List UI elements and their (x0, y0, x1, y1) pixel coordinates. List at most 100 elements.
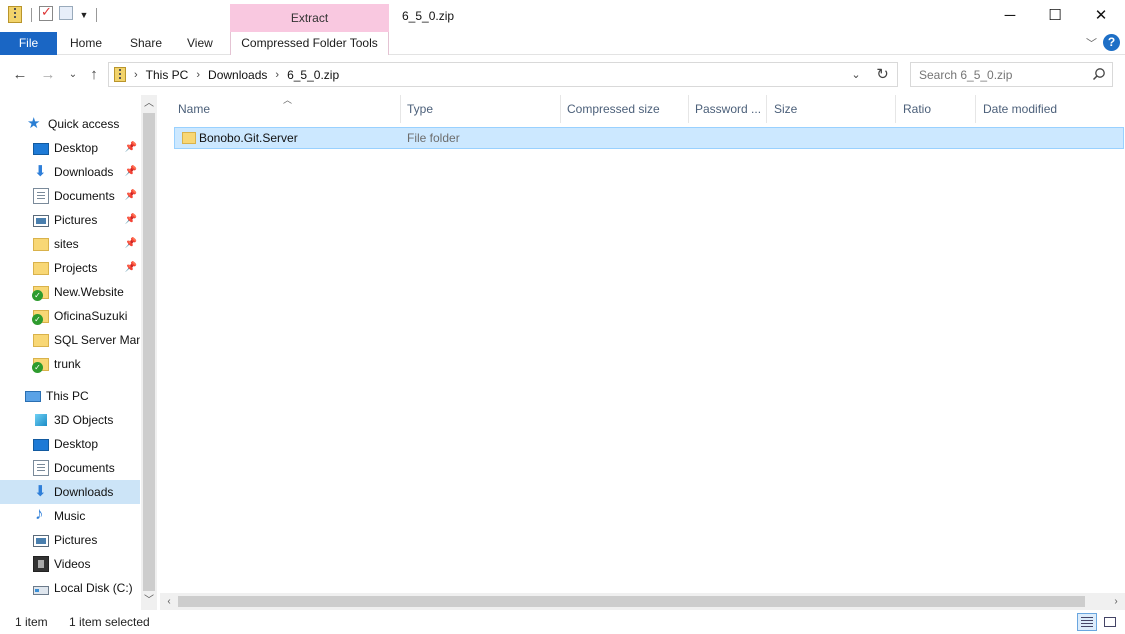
music-icon (33, 504, 49, 524)
sidebar-item-3d-objects[interactable]: 3D Objects (0, 408, 140, 432)
back-arrow-icon[interactable]: ← (10, 65, 30, 85)
sidebar-item-label: OficinaSuzuki (54, 309, 128, 323)
column-header-size[interactable]: Size (768, 95, 896, 123)
scroll-down-icon[interactable]: ﹀ (141, 593, 157, 609)
sidebar-item-label: Videos (54, 557, 91, 571)
sidebar-item-downloads-pc[interactable]: Downloads (0, 480, 140, 504)
sidebar-item-documents[interactable]: Documents 📌 (0, 184, 140, 208)
desktop-icon (33, 142, 49, 155)
sidebar-item-label: Desktop (54, 141, 99, 155)
download-icon (33, 162, 49, 180)
refresh-button[interactable]: ↻ (868, 62, 898, 87)
sidebar-item-label: Downloads (54, 485, 114, 499)
column-header-name[interactable]: Name (172, 95, 401, 123)
address-bar[interactable]: › This PC › Downloads › 6_5_0.zip ⌄ (108, 62, 898, 87)
download-icon (33, 482, 49, 500)
sidebar-item-label: Pictures (54, 533, 98, 547)
sidebar-item-desktop-pc[interactable]: Desktop (0, 432, 140, 456)
new-folder-icon[interactable] (59, 6, 75, 24)
horizontal-scroll-thumb[interactable] (178, 596, 1085, 607)
sidebar-item-label: sites (54, 237, 79, 251)
forward-arrow-icon[interactable]: → (38, 65, 58, 85)
details-view-icon (1081, 617, 1093, 627)
scroll-up-icon[interactable]: ︿ (141, 96, 157, 112)
tab-share[interactable]: Share (118, 32, 174, 55)
search-input[interactable] (911, 67, 1086, 82)
column-header-compressed-size[interactable]: Compressed size (561, 95, 689, 123)
tab-home[interactable]: Home (58, 32, 114, 55)
sidebar-item-projects[interactable]: Projects 📌 (0, 256, 140, 280)
sidebar-item-desktop[interactable]: Desktop 📌 (0, 136, 140, 160)
sidebar-item-pictures[interactable]: Pictures 📌 (0, 208, 140, 232)
scroll-right-icon[interactable]: › (1108, 593, 1124, 610)
sidebar-item-videos[interactable]: Videos (0, 552, 140, 576)
sidebar-item-local-disk[interactable]: Local Disk (C:) (0, 576, 140, 600)
address-history-dropdown-icon[interactable]: ⌄ (847, 66, 865, 84)
sidebar-item-music[interactable]: Music (0, 504, 140, 528)
minimize-button[interactable]: ─ (987, 0, 1033, 30)
documents-icon (33, 188, 49, 204)
large-icons-view-icon (1104, 617, 1116, 627)
recent-locations-chevron-icon[interactable]: ⌄ (63, 65, 83, 85)
quick-access-toolbar: ▼ (8, 4, 100, 24)
file-list: ︿ Name Type Compressed size Password ...… (160, 95, 1125, 610)
properties-icon[interactable] (39, 4, 55, 24)
sidebar-item-downloads[interactable]: Downloads 📌 (0, 160, 140, 184)
sidebar-scrollbar[interactable]: ︿ ﹀ (141, 95, 157, 610)
desktop-icon (33, 438, 49, 451)
sidebar-item-sites[interactable]: sites 📌 (0, 232, 140, 256)
column-header-type[interactable]: Type (401, 95, 561, 123)
folder-icon (33, 261, 49, 275)
3d-objects-icon (33, 412, 49, 428)
computer-icon (25, 390, 41, 402)
sidebar-item-quick-access[interactable]: Quick access (0, 112, 140, 136)
sidebar-item-label: 3D Objects (54, 413, 114, 427)
star-icon (27, 114, 43, 132)
ribbon-tabs: File Home Share View Compressed Folder T… (0, 32, 1125, 55)
breadcrumb-chevron-icon[interactable]: › (196, 69, 200, 81)
synced-folder-icon (32, 309, 49, 325)
breadcrumb-chevron-icon[interactable]: › (275, 69, 279, 81)
expand-ribbon-chevron-icon[interactable]: ﹀ (1086, 35, 1097, 51)
breadcrumb-zip[interactable]: 6_5_0.zip (287, 68, 339, 82)
sidebar-item-label: Downloads (54, 165, 114, 179)
sidebar-item-label: Desktop (54, 437, 99, 451)
zip-folder-icon (114, 67, 126, 82)
sidebar-item-new-website[interactable]: New.Website (0, 280, 140, 304)
horizontal-scrollbar[interactable]: ‹ › (160, 593, 1125, 610)
sidebar-scroll-thumb[interactable] (143, 113, 155, 591)
pin-icon: 📌 (124, 262, 137, 273)
help-icon[interactable]: ? (1103, 34, 1120, 51)
sidebar-item-label: Pictures (54, 213, 98, 227)
tab-compressed-folder-tools[interactable]: Compressed Folder Tools (230, 32, 389, 55)
column-header-ratio[interactable]: Ratio (897, 95, 976, 123)
sidebar-item-label: New.Website (54, 285, 124, 299)
sidebar-item-oficinasuzuki[interactable]: OficinaSuzuki (0, 304, 140, 328)
sidebar-item-label: Projects (54, 261, 98, 275)
scroll-left-icon[interactable]: ‹ (161, 593, 177, 610)
up-arrow-icon[interactable]: ↑ (84, 65, 104, 85)
customize-toolbar-dropdown-icon[interactable]: ▼ (79, 10, 89, 20)
sidebar-item-sql-server[interactable]: SQL Server Mana (0, 328, 140, 352)
details-view-button[interactable] (1077, 613, 1097, 631)
search-icon[interactable] (1092, 67, 1106, 81)
extract-context-header[interactable]: Extract (230, 4, 389, 32)
breadcrumb-chevron-icon[interactable]: › (134, 69, 138, 81)
table-row[interactable]: Bonobo.Git.Server File folder (174, 127, 1124, 149)
tab-view[interactable]: View (175, 32, 225, 55)
sidebar-item-trunk[interactable]: trunk (0, 352, 140, 376)
close-button[interactable]: ✕ (1078, 0, 1124, 30)
breadcrumb-this-pc[interactable]: This PC (146, 68, 189, 82)
column-header-password[interactable]: Password ... (689, 95, 767, 123)
selection-count: 1 item selected (69, 615, 150, 629)
column-header-date-modified[interactable]: Date modified (977, 95, 1125, 123)
maximize-button[interactable]: ☐ (1032, 0, 1078, 30)
breadcrumb-downloads[interactable]: Downloads (208, 68, 267, 82)
sidebar-item-pictures-pc[interactable]: Pictures (0, 528, 140, 552)
navigation-pane: Quick access Desktop 📌 Downloads 📌 Docum… (0, 95, 158, 610)
large-icons-view-button[interactable] (1100, 613, 1120, 631)
sidebar-item-documents-pc[interactable]: Documents (0, 456, 140, 480)
tab-file[interactable]: File (0, 32, 57, 55)
search-box[interactable] (910, 62, 1113, 87)
sidebar-item-this-pc[interactable]: This PC (0, 384, 140, 408)
